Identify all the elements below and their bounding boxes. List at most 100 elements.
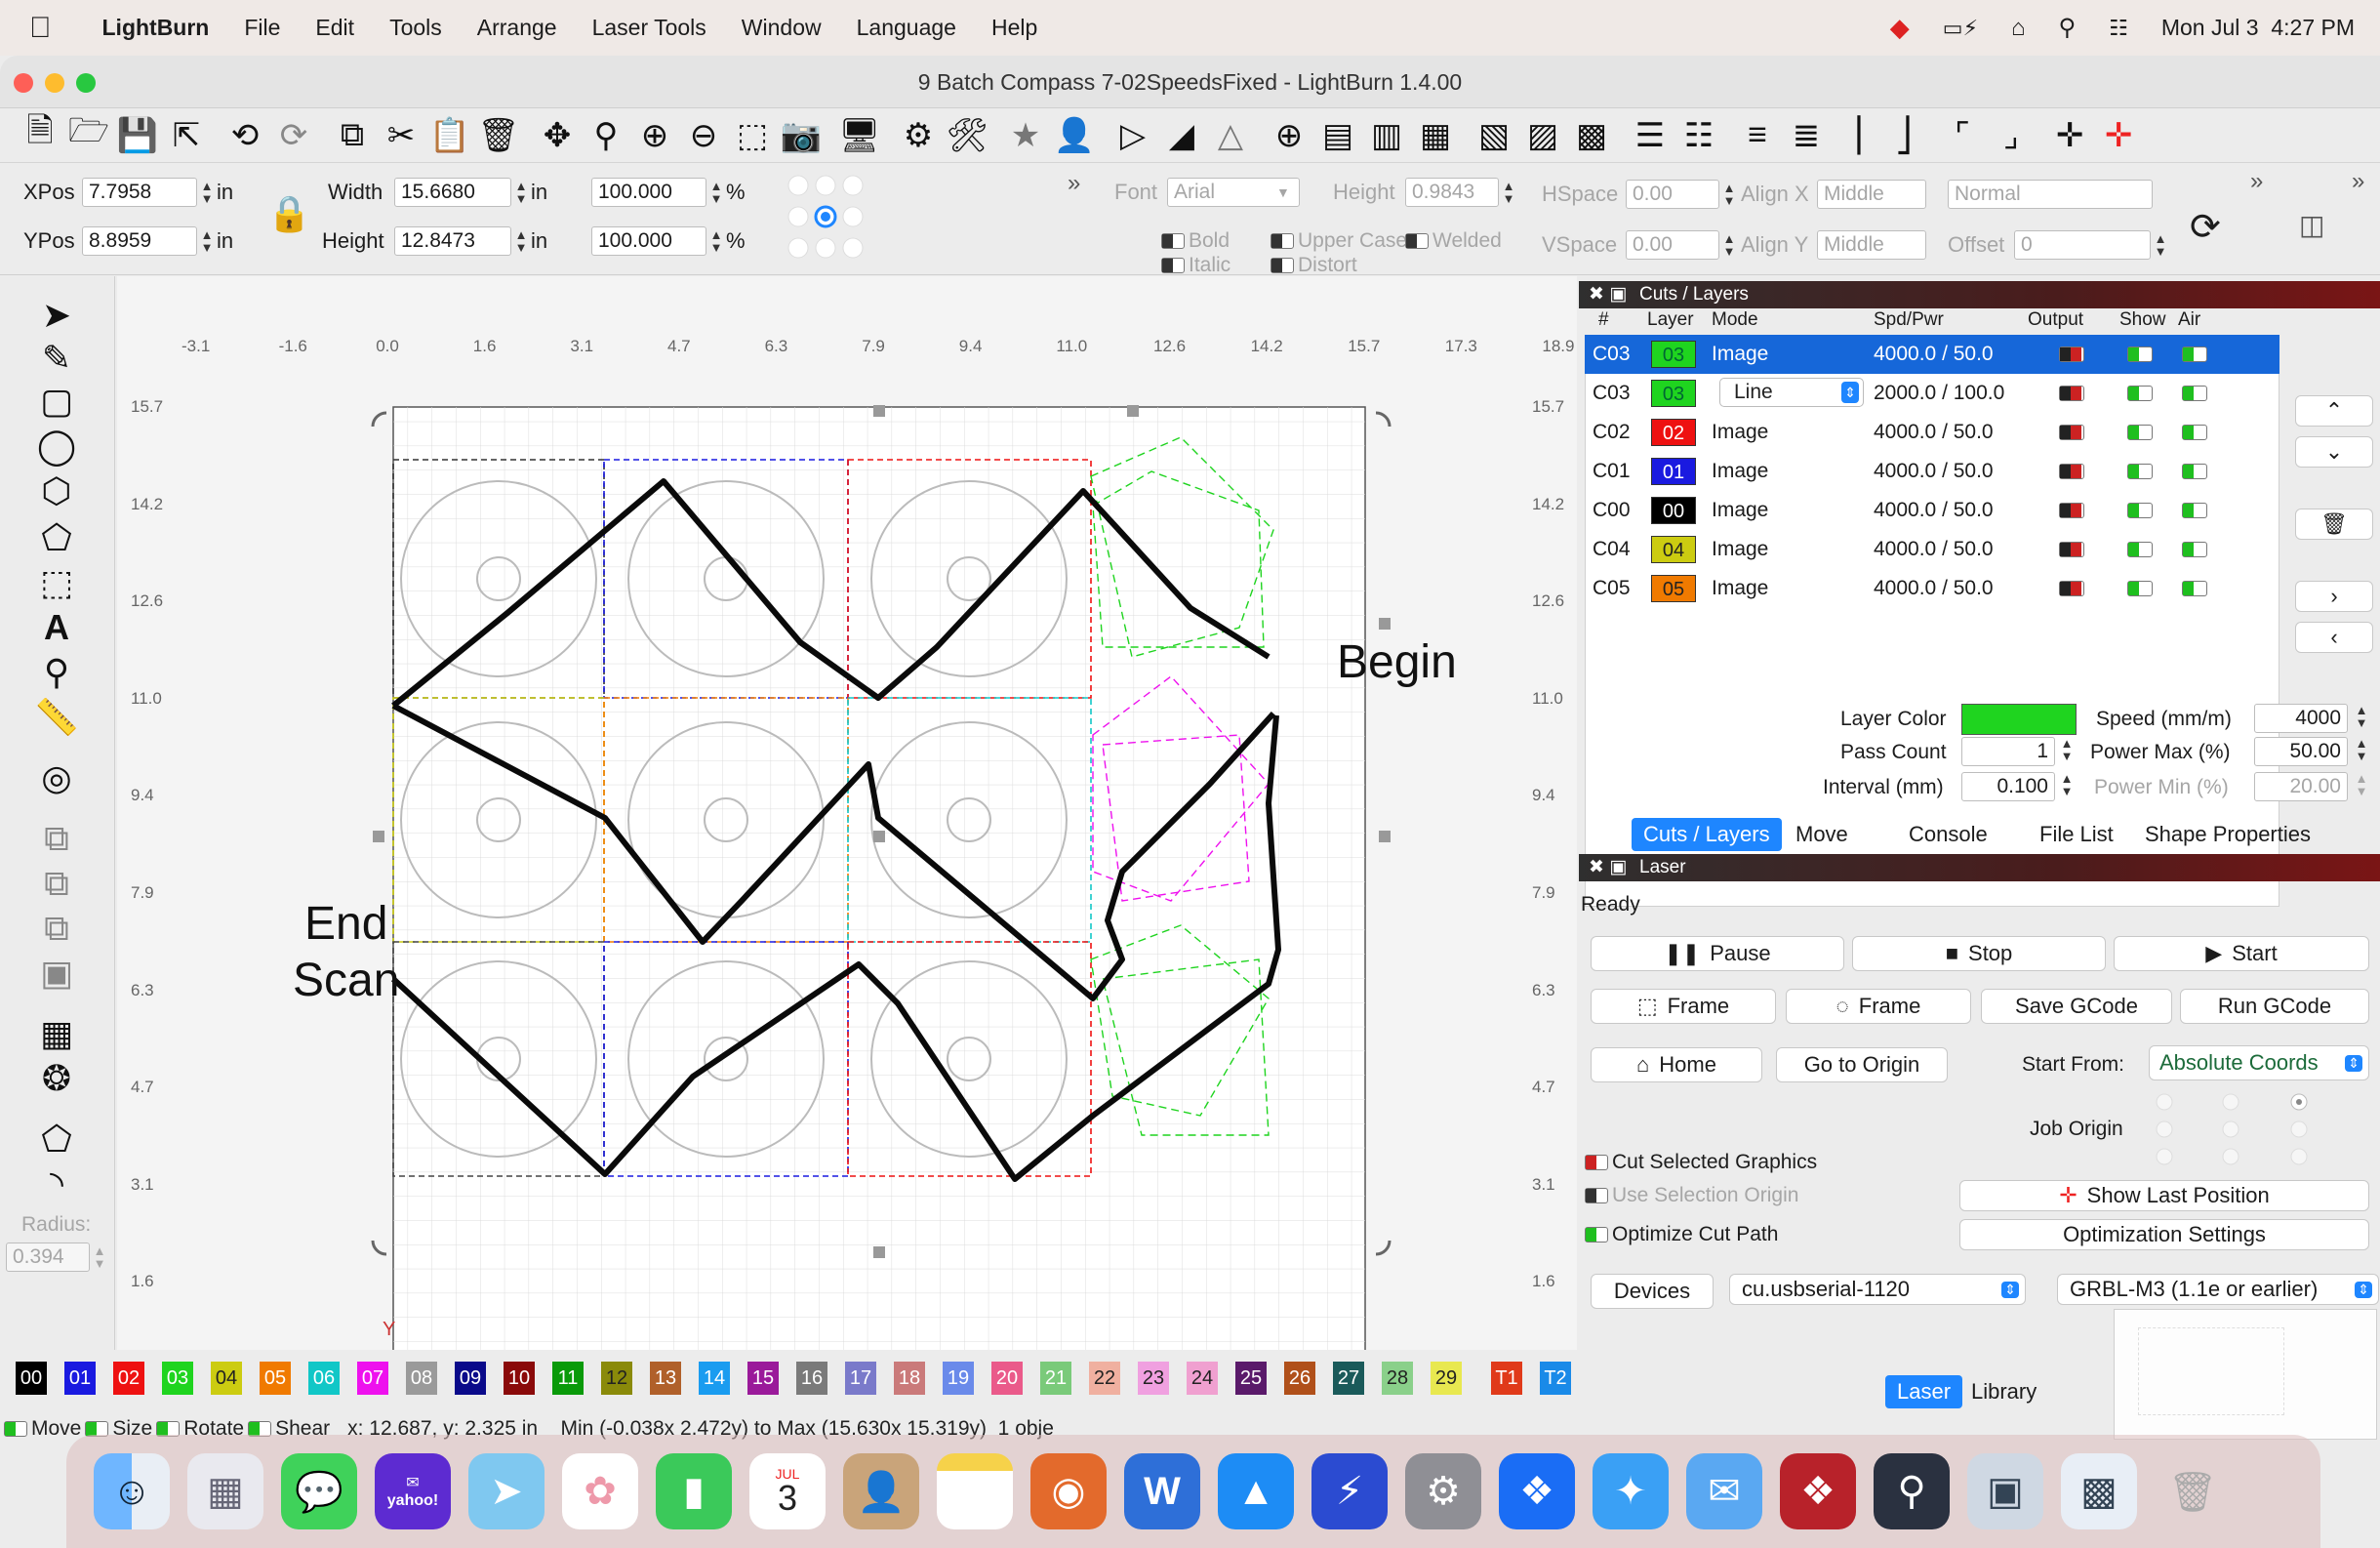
circular-array-icon[interactable]: ❂ — [35, 1058, 78, 1098]
boolean-union-icon[interactable]: ⧉ — [35, 818, 78, 858]
collapse-icon[interactable]: » — [1068, 170, 1080, 197]
paste-icon[interactable]: 📋 — [425, 111, 474, 160]
close-panel-icon[interactable]: ✖ ▣ — [1589, 281, 1627, 308]
word-icon[interactable]: W — [1124, 1453, 1200, 1529]
palette-swatch[interactable]: 13 — [650, 1362, 681, 1395]
speed-input[interactable]: 4000 — [2254, 704, 2348, 733]
show-toggle[interactable] — [2127, 346, 2153, 362]
gear-icon[interactable]: ⚙ — [894, 111, 943, 160]
scale-width-input[interactable]: 100.000 — [591, 178, 706, 207]
mirror-icon[interactable]: ◢ — [1157, 111, 1206, 160]
palette-swatch[interactable]: 26 — [1284, 1362, 1315, 1395]
safari-icon[interactable]: ✦ — [1593, 1453, 1669, 1529]
stop-button[interactable]: ■ Stop — [1852, 936, 2106, 971]
layer-row[interactable]: C02 02 Image 4000.0 / 50.0 — [1585, 413, 2279, 452]
air-toggle[interactable] — [2182, 425, 2207, 440]
palette-swatch[interactable]: 29 — [1431, 1362, 1462, 1395]
prev-button[interactable]: ‹ — [2295, 622, 2373, 653]
palette-swatch[interactable]: 14 — [699, 1362, 730, 1395]
search-icon[interactable]: ⚲ — [2059, 14, 2077, 42]
facetime-icon[interactable]: ▮ — [656, 1453, 732, 1529]
layer-color-swatch[interactable] — [1961, 704, 2077, 735]
show-toggle[interactable] — [2127, 581, 2153, 596]
clock[interactable]: Mon Jul 3 4:27 PM — [2161, 15, 2355, 41]
camera-icon[interactable]: 📷 — [777, 111, 826, 160]
font-height-stepper[interactable]: ▲ ▼ — [1501, 180, 1516, 205]
device-select[interactable]: GRBL-M3 (1.1e or earlier) ⇕ — [2057, 1274, 2379, 1305]
palette-swatch[interactable]: 02 — [113, 1362, 144, 1395]
save-gcode-button[interactable]: Save GCode — [1981, 989, 2172, 1024]
tab-console[interactable]: Console — [1897, 818, 1999, 851]
position-pin-icon[interactable]: ⚲ — [35, 652, 78, 692]
palette-swatch[interactable]: 01 — [64, 1362, 96, 1395]
tab-library[interactable]: Library — [1959, 1375, 2048, 1408]
show-toggle[interactable] — [2127, 386, 2153, 401]
cut-icon[interactable]: ✂ — [377, 111, 425, 160]
palette-swatch[interactable]: 10 — [504, 1362, 535, 1395]
use-selection-origin-toggle[interactable] — [1585, 1188, 1608, 1203]
export-icon[interactable]: ⇱ — [162, 111, 211, 160]
space-v-icon[interactable]: ≣ — [1782, 111, 1831, 160]
palette-swatch[interactable]: 09 — [455, 1362, 486, 1395]
align-y-select[interactable]: Middle — [1817, 230, 1926, 260]
home-button[interactable]: ⌂ Home — [1591, 1047, 1762, 1082]
notes-icon[interactable] — [937, 1453, 1013, 1529]
palette-swatch[interactable]: 04 — [211, 1362, 242, 1395]
menu-laser-tools[interactable]: Laser Tools — [592, 15, 706, 41]
show-toggle[interactable] — [2127, 542, 2153, 557]
expand-icon[interactable]: » — [2250, 168, 2263, 195]
lightburn-dock-icon[interactable]: ⚡ — [1311, 1453, 1388, 1529]
quicktime-icon[interactable]: ⚲ — [1874, 1453, 1950, 1529]
dragon-app-icon[interactable]: ❖ — [1780, 1453, 1856, 1529]
cut-selected-toggle[interactable] — [1585, 1155, 1608, 1170]
upper-case-toggle[interactable] — [1271, 233, 1294, 249]
mode-select[interactable]: Line ⇕ — [1719, 378, 1864, 407]
user-icon[interactable]: 👤 — [1050, 111, 1099, 160]
trash-icon[interactable]: 🗑 — [2155, 1453, 2231, 1529]
layer-row[interactable]: C03 03 Image 4000.0 / 50.0 — [1585, 335, 2279, 374]
apple-icon[interactable]:  — [29, 12, 52, 45]
zoom-frame-icon[interactable]: ⬚ — [728, 111, 777, 160]
tab-laser[interactable]: Laser — [1885, 1375, 1963, 1408]
tab-shape-properties[interactable]: Shape Properties — [2133, 818, 2322, 851]
font-height-input[interactable]: 0.9843 — [1405, 178, 1499, 207]
output-toggle[interactable] — [2059, 386, 2084, 401]
layer-row[interactable]: C04 04 Image 4000.0 / 50.0 — [1585, 530, 2279, 569]
copy-icon[interactable]: ⧉ — [328, 111, 377, 160]
zoom-out-icon[interactable]: ⊖ — [679, 111, 728, 160]
go-to-origin-button[interactable]: Go to Origin — [1776, 1047, 1948, 1082]
align-center-icon[interactable]: ▥ — [1362, 111, 1411, 160]
ellipse-icon[interactable]: ◯ — [35, 426, 78, 466]
laser-origin-icon[interactable]: ✛ — [2094, 111, 2143, 160]
align-x-select[interactable]: Middle — [1817, 180, 1926, 209]
palette-swatch[interactable]: 21 — [1040, 1362, 1071, 1395]
messages-icon[interactable]: 💬 — [281, 1453, 357, 1529]
output-toggle[interactable] — [2059, 464, 2084, 479]
job-origin-grid[interactable] — [2153, 1090, 2348, 1168]
downloads-icon[interactable]: ▩ — [2061, 1453, 2137, 1529]
duckduckgo-icon[interactable]: ◉ — [1030, 1453, 1107, 1529]
space-h-icon[interactable]: ≡ — [1733, 111, 1782, 160]
target-icon[interactable]: ⊕ — [1265, 111, 1313, 160]
palette-swatch[interactable]: 20 — [991, 1362, 1023, 1395]
output-toggle[interactable] — [2059, 542, 2084, 557]
origin-icon[interactable]: ✛ — [2045, 111, 2094, 160]
next-button[interactable]: › — [2295, 581, 2373, 612]
layer-row[interactable]: C00 00 Image 4000.0 / 50.0 — [1585, 491, 2279, 530]
close-laser-panel-icon[interactable]: ✖ ▣ — [1589, 854, 1627, 881]
air-toggle[interactable] — [2182, 346, 2207, 362]
fillet-icon[interactable]: ◝ — [35, 1163, 78, 1203]
hspace-input[interactable]: 0.00 — [1626, 180, 1719, 209]
center-h-icon[interactable]: ⎥ — [1831, 111, 1879, 160]
palette-swatch[interactable]: 22 — [1089, 1362, 1120, 1395]
palette-swatch[interactable]: T1 — [1491, 1362, 1522, 1395]
palette-swatch[interactable]: 06 — [308, 1362, 340, 1395]
contacts-icon[interactable]: 👤 — [843, 1453, 919, 1529]
close-window-button[interactable] — [14, 73, 33, 93]
optimization-settings-button[interactable]: Optimization Settings — [1959, 1219, 2369, 1250]
launchpad-icon[interactable]: ▦ — [187, 1453, 263, 1529]
zoom-fit-icon[interactable]: ⚲ — [582, 111, 630, 160]
palette-swatch[interactable]: T2 — [1540, 1362, 1571, 1395]
power-min-stepper[interactable]: ▲ ▼ — [2354, 772, 2369, 797]
new-file-icon[interactable]: 🗎 — [16, 111, 64, 160]
